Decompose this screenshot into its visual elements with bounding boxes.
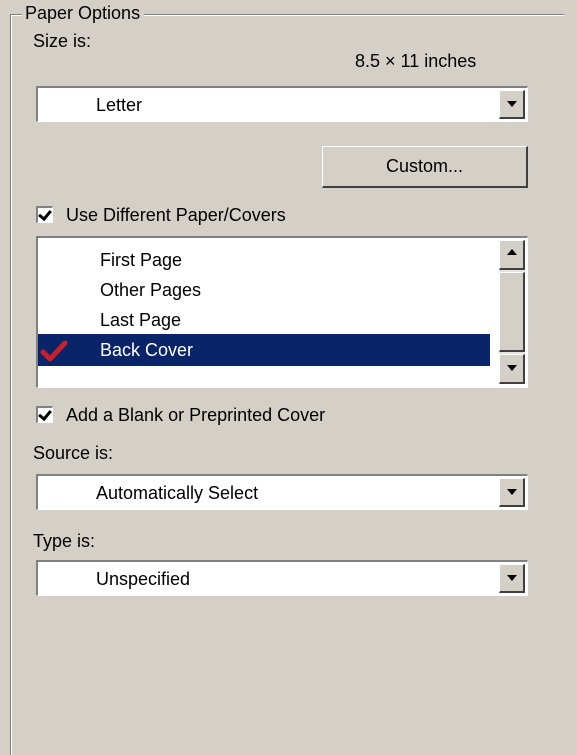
list-item-first-page[interactable]: First Page	[38, 244, 490, 276]
checkmark-icon	[38, 206, 52, 222]
chevron-down-icon	[507, 489, 517, 495]
custom-button[interactable]: Custom...	[322, 146, 528, 188]
source-dropdown[interactable]: Automatically Select	[36, 474, 528, 510]
type-dropdown-button[interactable]	[499, 564, 525, 593]
list-item-back-cover[interactable]: Back Cover	[38, 334, 490, 366]
type-dropdown-value: Unspecified	[96, 569, 191, 589]
pages-listbox[interactable]: First Page Other Pages Last Page Back Co…	[36, 236, 528, 388]
scroll-up-button[interactable]	[499, 240, 525, 270]
list-item-label: Last Page	[100, 310, 182, 330]
source-dropdown-value: Automatically Select	[96, 483, 259, 503]
chevron-up-icon	[507, 249, 517, 255]
source-dropdown-button[interactable]	[499, 478, 525, 507]
size-label: Size is:	[33, 31, 92, 51]
source-label: Source is:	[33, 443, 114, 463]
different-paper-checkbox[interactable]	[36, 206, 53, 223]
pages-listbox-scrollbar[interactable]	[499, 240, 525, 384]
list-item-other-pages[interactable]: Other Pages	[38, 274, 490, 306]
size-dropdown[interactable]: Letter	[36, 86, 528, 122]
list-item-label: Back Cover	[100, 340, 194, 360]
size-dropdown-button[interactable]	[499, 90, 525, 119]
cover-label: Add a Blank or Preprinted Cover	[66, 405, 326, 425]
chevron-down-icon	[507, 575, 517, 581]
chevron-down-icon	[507, 365, 517, 371]
type-label: Type is:	[33, 531, 96, 551]
list-item-label: First Page	[100, 250, 183, 270]
size-dropdown-value: Letter	[96, 95, 143, 115]
group-title: Paper Options	[22, 2, 145, 24]
scroll-thumb[interactable]	[499, 272, 525, 352]
different-paper-label: Use Different Paper/Covers	[66, 205, 286, 225]
list-item-last-page[interactable]: Last Page	[38, 304, 490, 336]
checkmark-icon	[38, 406, 52, 422]
scroll-down-button[interactable]	[499, 354, 525, 384]
red-checkmark-icon	[40, 340, 68, 362]
type-dropdown[interactable]: Unspecified	[36, 560, 528, 596]
list-item-label: Other Pages	[100, 280, 202, 300]
chevron-down-icon	[507, 101, 517, 107]
size-dimensions: 8.5 × 11 inches	[355, 51, 477, 71]
cover-checkbox[interactable]	[36, 406, 53, 423]
